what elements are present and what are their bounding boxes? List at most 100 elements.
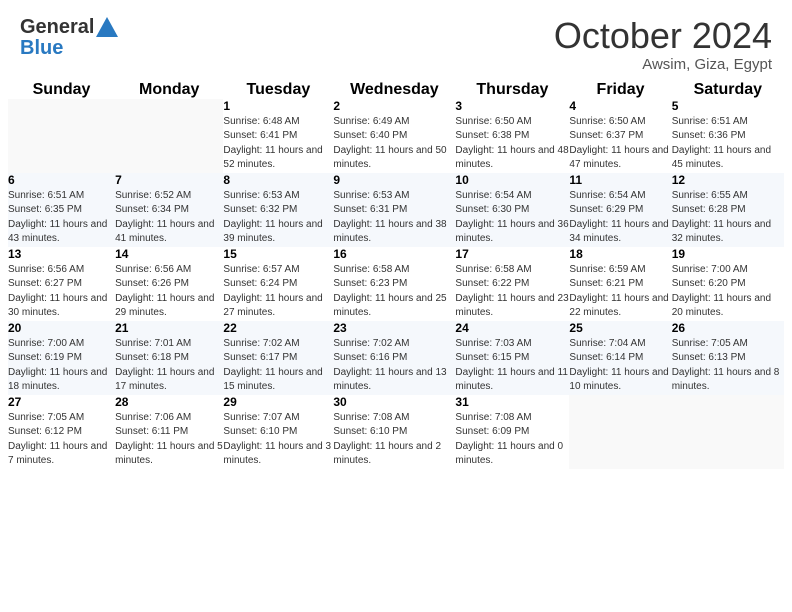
day-info: Sunrise: 7:06 AMSunset: 6:11 PMDaylight:… bbox=[115, 411, 223, 469]
day-number: 2 bbox=[333, 99, 455, 113]
day-info: Sunrise: 7:08 AMSunset: 6:09 PMDaylight:… bbox=[455, 411, 569, 469]
page: General Blue October 2024 Awsim, Giza, E… bbox=[0, 0, 792, 612]
calendar-cell: 25 Sunrise: 7:04 AMSunset: 6:14 PMDayligh… bbox=[569, 321, 671, 395]
calendar-cell: 24 Sunrise: 7:03 AMSunset: 6:15 PMDayligh… bbox=[455, 321, 569, 395]
day-info: Sunrise: 6:56 AMSunset: 6:27 PMDaylight:… bbox=[8, 263, 115, 321]
day-number: 23 bbox=[333, 321, 455, 335]
day-info: Sunrise: 6:51 AMSunset: 6:35 PMDaylight:… bbox=[8, 189, 115, 247]
day-info: Sunrise: 6:58 AMSunset: 6:22 PMDaylight:… bbox=[455, 263, 569, 321]
day-number: 11 bbox=[569, 173, 671, 187]
day-info: Sunrise: 6:54 AMSunset: 6:29 PMDaylight:… bbox=[569, 189, 671, 247]
day-info: Sunrise: 7:00 AMSunset: 6:19 PMDaylight:… bbox=[8, 337, 115, 395]
weekday-header-thursday: Thursday bbox=[455, 81, 569, 99]
day-number: 4 bbox=[569, 99, 671, 113]
calendar-cell bbox=[672, 395, 784, 469]
day-number: 5 bbox=[672, 99, 784, 113]
day-info: Sunrise: 7:04 AMSunset: 6:14 PMDaylight:… bbox=[569, 337, 671, 395]
day-info: Sunrise: 6:48 AMSunset: 6:41 PMDaylight:… bbox=[223, 115, 333, 173]
day-number: 31 bbox=[455, 395, 569, 409]
weekday-header-wednesday: Wednesday bbox=[333, 81, 455, 99]
day-number: 20 bbox=[8, 321, 115, 335]
day-info: Sunrise: 7:03 AMSunset: 6:15 PMDaylight:… bbox=[455, 337, 569, 395]
day-number: 18 bbox=[569, 247, 671, 261]
calendar-table: SundayMondayTuesdayWednesdayThursdayFrid… bbox=[8, 81, 784, 469]
day-info: Sunrise: 6:58 AMSunset: 6:23 PMDaylight:… bbox=[333, 263, 455, 321]
calendar-cell: 13 Sunrise: 6:56 AMSunset: 6:27 PMDayligh… bbox=[8, 247, 115, 321]
day-number: 7 bbox=[115, 173, 223, 187]
day-number: 16 bbox=[333, 247, 455, 261]
calendar-cell: 15 Sunrise: 6:57 AMSunset: 6:24 PMDayligh… bbox=[223, 247, 333, 321]
calendar-cell: 10Sunrise: 6:54 AMSunset: 6:30 PMDayligh… bbox=[455, 173, 569, 247]
calendar-cell: 9Sunrise: 6:53 AMSunset: 6:31 PMDaylight… bbox=[333, 173, 455, 247]
day-info: Sunrise: 7:05 AMSunset: 6:13 PMDaylight:… bbox=[672, 337, 784, 395]
weekday-header-friday: Friday bbox=[569, 81, 671, 99]
day-number: 12 bbox=[672, 173, 784, 187]
day-number: 29 bbox=[223, 395, 333, 409]
calendar-cell: 27Sunrise: 7:05 AMSunset: 6:12 PMDayligh… bbox=[8, 395, 115, 469]
day-number: 8 bbox=[223, 173, 333, 187]
calendar-cell bbox=[115, 99, 223, 173]
weekday-header-monday: Monday bbox=[115, 81, 223, 99]
day-info: Sunrise: 6:50 AMSunset: 6:38 PMDaylight:… bbox=[455, 115, 569, 173]
calendar-cell: 26Sunrise: 7:05 AMSunset: 6:13 PMDayligh… bbox=[672, 321, 784, 395]
calendar-cell: 7 Sunrise: 6:52 AMSunset: 6:34 PMDaylight… bbox=[115, 173, 223, 247]
logo-general: General bbox=[20, 16, 94, 38]
calendar-cell: 20 Sunrise: 7:00 AMSunset: 6:19 PMDayligh… bbox=[8, 321, 115, 395]
day-info: Sunrise: 7:02 AMSunset: 6:16 PMDaylight:… bbox=[333, 337, 455, 395]
day-number: 22 bbox=[223, 321, 333, 335]
weekday-header-tuesday: Tuesday bbox=[223, 81, 333, 99]
day-number: 28 bbox=[115, 395, 223, 409]
location: Awsim, Giza, Egypt bbox=[554, 56, 772, 73]
month-title: October 2024 bbox=[554, 16, 772, 56]
day-number: 27 bbox=[8, 395, 115, 409]
calendar-cell: 5 Sunrise: 6:51 AMSunset: 6:36 PMDaylight… bbox=[672, 99, 784, 173]
day-info: Sunrise: 6:51 AMSunset: 6:36 PMDaylight:… bbox=[672, 115, 784, 173]
day-number: 13 bbox=[8, 247, 115, 261]
calendar-cell: 6Sunrise: 6:51 AMSunset: 6:35 PMDaylight… bbox=[8, 173, 115, 247]
calendar-cell: 17 Sunrise: 6:58 AMSunset: 6:22 PMDayligh… bbox=[455, 247, 569, 321]
calendar-cell: 4 Sunrise: 6:50 AMSunset: 6:37 PMDaylight… bbox=[569, 99, 671, 173]
day-number: 3 bbox=[455, 99, 569, 113]
logo: General Blue bbox=[20, 16, 118, 59]
calendar-cell: 29 Sunrise: 7:07 AMSunset: 6:10 PMDayligh… bbox=[223, 395, 333, 469]
calendar-cell: 8 Sunrise: 6:53 AMSunset: 6:32 PMDaylight… bbox=[223, 173, 333, 247]
day-info: Sunrise: 6:56 AMSunset: 6:26 PMDaylight:… bbox=[115, 263, 223, 321]
calendar-cell: 22 Sunrise: 7:02 AMSunset: 6:17 PMDayligh… bbox=[223, 321, 333, 395]
calendar-cell: 14Sunrise: 6:56 AMSunset: 6:26 PMDayligh… bbox=[115, 247, 223, 321]
day-info: Sunrise: 6:54 AMSunset: 6:30 PMDaylight:… bbox=[455, 189, 569, 247]
calendar-cell: 12 Sunrise: 6:55 AMSunset: 6:28 PMDayligh… bbox=[672, 173, 784, 247]
calendar-cell: 18Sunrise: 6:59 AMSunset: 6:21 PMDayligh… bbox=[569, 247, 671, 321]
logo-blue: Blue bbox=[20, 37, 118, 59]
day-number: 25 bbox=[569, 321, 671, 335]
calendar-cell: 11 Sunrise: 6:54 AMSunset: 6:29 PMDayligh… bbox=[569, 173, 671, 247]
weekday-header-sunday: Sunday bbox=[8, 81, 115, 99]
day-info: Sunrise: 6:53 AMSunset: 6:31 PMDaylight:… bbox=[333, 189, 455, 247]
day-number: 17 bbox=[455, 247, 569, 261]
day-number: 30 bbox=[333, 395, 455, 409]
day-number: 24 bbox=[455, 321, 569, 335]
calendar-cell bbox=[8, 99, 115, 173]
day-info: Sunrise: 7:02 AMSunset: 6:17 PMDaylight:… bbox=[223, 337, 333, 395]
weekday-header-saturday: Saturday bbox=[672, 81, 784, 99]
calendar-cell: 1 Sunrise: 6:48 AMSunset: 6:41 PMDaylight… bbox=[223, 99, 333, 173]
calendar-cell bbox=[569, 395, 671, 469]
calendar-cell: 23 Sunrise: 7:02 AMSunset: 6:16 PMDayligh… bbox=[333, 321, 455, 395]
calendar-cell: 19 Sunrise: 7:00 AMSunset: 6:20 PMDayligh… bbox=[672, 247, 784, 321]
day-info: Sunrise: 6:55 AMSunset: 6:28 PMDaylight:… bbox=[672, 189, 784, 247]
day-info: Sunrise: 6:52 AMSunset: 6:34 PMDaylight:… bbox=[115, 189, 223, 247]
calendar-cell: 16 Sunrise: 6:58 AMSunset: 6:23 PMDayligh… bbox=[333, 247, 455, 321]
logo-icon bbox=[96, 17, 118, 37]
day-info: Sunrise: 7:07 AMSunset: 6:10 PMDaylight:… bbox=[223, 411, 333, 469]
calendar-cell: 31 Sunrise: 7:08 AMSunset: 6:09 PMDayligh… bbox=[455, 395, 569, 469]
day-info: Sunrise: 7:00 AMSunset: 6:20 PMDaylight:… bbox=[672, 263, 784, 321]
day-info: Sunrise: 6:57 AMSunset: 6:24 PMDaylight:… bbox=[223, 263, 333, 321]
day-info: Sunrise: 6:50 AMSunset: 6:37 PMDaylight:… bbox=[569, 115, 671, 173]
day-info: Sunrise: 6:49 AMSunset: 6:40 PMDaylight:… bbox=[333, 115, 455, 173]
day-number: 15 bbox=[223, 247, 333, 261]
day-number: 1 bbox=[223, 99, 333, 113]
day-info: Sunrise: 6:53 AMSunset: 6:32 PMDaylight:… bbox=[223, 189, 333, 247]
day-number: 21 bbox=[115, 321, 223, 335]
calendar-cell: 30Sunrise: 7:08 AMSunset: 6:10 PMDayligh… bbox=[333, 395, 455, 469]
day-number: 19 bbox=[672, 247, 784, 261]
header: General Blue October 2024 Awsim, Giza, E… bbox=[0, 0, 792, 81]
